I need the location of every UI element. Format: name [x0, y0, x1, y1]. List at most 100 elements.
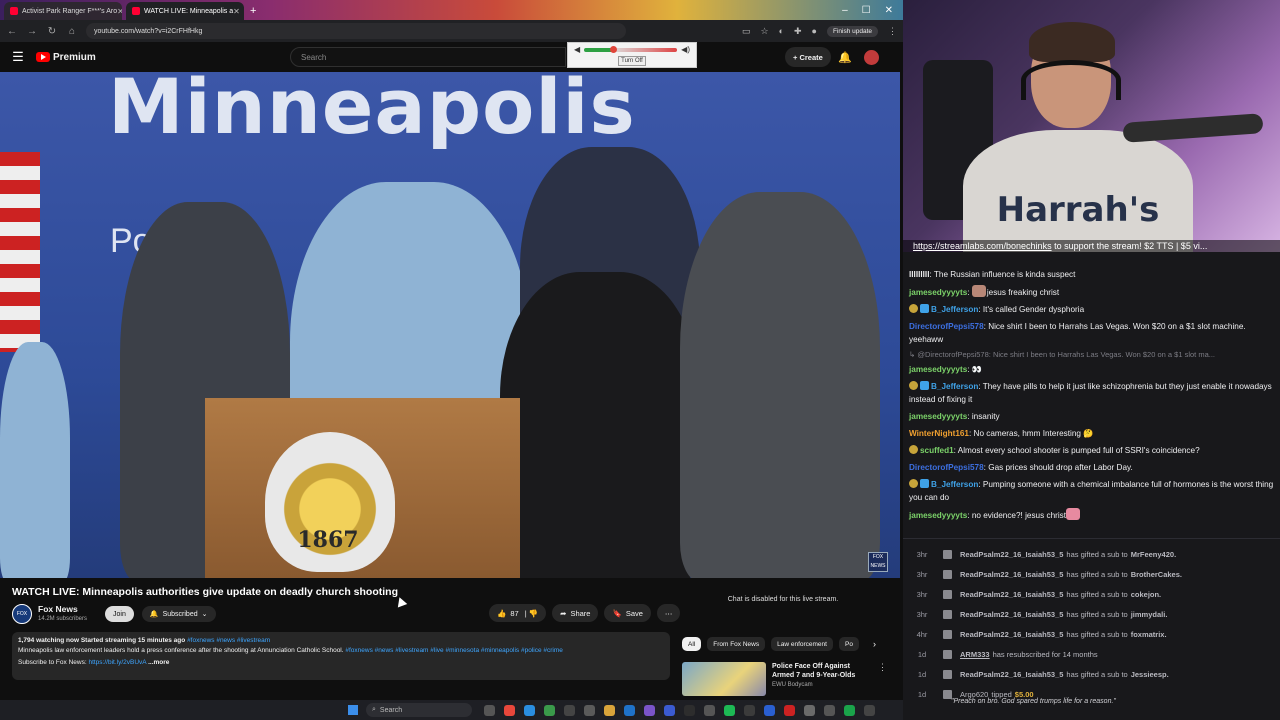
recommended-video[interactable]: Police Face Off Against Armed 7 and 9-Ye…	[682, 662, 892, 696]
taskbar-search[interactable]: ⌕ Search	[366, 703, 472, 717]
puzzle-icon[interactable]: ✚	[794, 26, 802, 37]
share-button[interactable]: ➦ Share	[552, 604, 599, 622]
notifications-bell-icon[interactable]: 🔔	[838, 51, 852, 64]
chip-partial[interactable]: Po	[838, 637, 859, 651]
more-actions-button[interactable]: ⋯	[656, 604, 681, 622]
chip-from-fox-news[interactable]: From Fox News	[707, 637, 766, 651]
chat-username[interactable]: DirectorofPepsi578	[909, 463, 984, 472]
bell-icon: 🔔	[149, 611, 159, 618]
screen: Activist Park Ranger F***'s Aro ✕ WATCH …	[0, 0, 1280, 720]
event-action: has gifted a sub to	[1066, 549, 1128, 559]
dislike-icon[interactable]: | 👎	[523, 609, 538, 618]
app-red-icon[interactable]	[784, 704, 795, 716]
app-tools-icon[interactable]	[804, 704, 815, 716]
chat-username[interactable]: B_Jefferson	[931, 382, 978, 391]
app-n-icon[interactable]	[664, 704, 675, 716]
chat-username[interactable]: jamesedyyyyts	[909, 288, 967, 297]
chat-username[interactable]: DirectorofPepsi578	[909, 322, 984, 331]
microphone	[1122, 113, 1264, 143]
youtube-logo[interactable]: Premium	[36, 52, 96, 63]
browser-menu-icon[interactable]: ⋮	[888, 26, 897, 37]
discord-icon[interactable]	[644, 704, 655, 716]
tab-watch-live[interactable]: WATCH LIVE: Minneapolis a ✕	[126, 2, 244, 20]
chrome-icon[interactable]	[504, 704, 515, 716]
finish-update-button[interactable]: Finish update	[826, 25, 878, 37]
more-link[interactable]: ...more	[148, 659, 169, 666]
channel-name[interactable]: Fox News	[38, 604, 87, 614]
app-screen-icon[interactable]	[824, 704, 835, 716]
minimize-icon[interactable]: –	[842, 5, 848, 16]
create-button[interactable]: + Create	[785, 47, 831, 67]
volume-slider[interactable]	[584, 45, 678, 53]
save-button[interactable]: 🔖 Save	[604, 604, 651, 622]
recommended-title[interactable]: Police Face Off Against Armed 7 and 9-Ye…	[772, 662, 872, 680]
volume-knob[interactable]	[610, 45, 618, 53]
close-tab-icon[interactable]: ✕	[117, 7, 122, 16]
app-misc-icon[interactable]	[744, 704, 755, 716]
new-tab-icon[interactable]: +	[250, 5, 256, 17]
chip-all[interactable]: All	[682, 637, 702, 651]
event-row: 3hr ReadPsalm22_16_Isaiah53_5 has gifted a…	[909, 604, 1274, 624]
chat-username[interactable]: jamesedyyyyts	[909, 365, 967, 374]
app-icon[interactable]	[584, 704, 595, 716]
chat-username[interactable]: WinterNight161	[909, 429, 969, 438]
steam-icon[interactable]	[624, 704, 635, 716]
subscribe-link[interactable]: https://bit.ly/2vBUvA	[88, 659, 146, 666]
turn-off-button[interactable]: Turn Off	[618, 56, 646, 66]
chat-username[interactable]: lllllllll	[909, 270, 929, 279]
close-tab-icon[interactable]: ✕	[233, 7, 240, 16]
cast-icon[interactable]: ▭	[742, 26, 751, 37]
chat-username[interactable]: B_Jefferson	[931, 305, 978, 314]
profile-icon[interactable]: ●	[812, 26, 817, 36]
maximize-icon[interactable]: ☐	[862, 5, 871, 16]
account-avatar[interactable]	[864, 49, 879, 65]
top-hashtags[interactable]: #foxnews #news #livestream	[187, 637, 270, 644]
chat-username[interactable]: jamesedyyyyts	[909, 412, 967, 421]
chip-law-enforcement[interactable]: Law enforcement	[771, 637, 833, 651]
bookmark-star-icon[interactable]: ☆	[760, 26, 768, 37]
chat-username[interactable]: scuffed1	[920, 446, 954, 455]
url-field[interactable]: youtube.com/watch?v=i2CrFHfHkg	[86, 23, 626, 39]
subscribed-button[interactable]: 🔔 Subscribed ⌄	[141, 606, 216, 622]
task-view-icon[interactable]	[484, 704, 495, 716]
close-window-icon[interactable]: ✕	[885, 5, 893, 16]
chat-text: The Russian influence is kinda suspect	[933, 270, 1076, 279]
speaker-icon[interactable]: ◀	[574, 45, 580, 54]
chevron-right-icon[interactable]: ›	[873, 639, 876, 649]
channel-avatar[interactable]: FOX	[12, 604, 32, 624]
obs-icon[interactable]	[564, 704, 575, 716]
description-box[interactable]: 1,794 watching now Started streaming 15 …	[12, 632, 670, 680]
chat-username[interactable]: jamesedyyyyts	[909, 511, 967, 520]
like-button[interactable]: 👍 87 | 👎	[489, 604, 547, 622]
tab-activist-park-ranger[interactable]: Activist Park Ranger F***'s Aro ✕	[4, 2, 122, 20]
search-input[interactable]: Search	[290, 47, 566, 67]
edge-icon[interactable]	[524, 704, 535, 716]
app-dark-icon[interactable]	[684, 704, 695, 716]
app-last-icon[interactable]	[864, 704, 875, 716]
extension-icon[interactable]: ◐	[779, 26, 784, 36]
description-hashtags[interactable]: #foxnews #news #livestream #live #minnes…	[345, 647, 563, 654]
save-label: Save	[625, 608, 643, 618]
more-vert-icon[interactable]: ⋮	[878, 662, 887, 696]
home-icon[interactable]: ⌂	[66, 26, 78, 37]
app-green-icon[interactable]	[844, 704, 855, 716]
chat-text: No cameras, hmm Interesting 🤔	[973, 429, 1094, 438]
event-action: has resubscribed for 14 months	[992, 649, 1098, 659]
spotify-icon[interactable]	[724, 704, 735, 716]
reload-icon[interactable]: ↻	[46, 26, 58, 37]
back-icon[interactable]: ←	[6, 26, 18, 37]
app-blue-icon[interactable]	[764, 704, 775, 716]
video-player[interactable]: Minneapolis Police 1867 FOX NEWS	[0, 72, 900, 578]
share-icon: ➦	[560, 608, 567, 618]
join-button[interactable]: Join	[105, 606, 134, 622]
windows-start-icon[interactable]	[348, 705, 358, 715]
app-gray-icon[interactable]	[704, 704, 715, 716]
hamburger-menu-icon[interactable]: ☰	[0, 49, 36, 65]
window-controls: – ☐ ✕	[842, 0, 903, 20]
chrome-alt-icon[interactable]	[544, 704, 555, 716]
recommended-thumbnail[interactable]	[682, 662, 766, 696]
chat-username[interactable]: B_Jefferson	[931, 480, 978, 489]
file-explorer-icon[interactable]	[604, 704, 615, 716]
gift-icon	[943, 669, 952, 679]
forward-icon[interactable]: →	[26, 26, 38, 37]
